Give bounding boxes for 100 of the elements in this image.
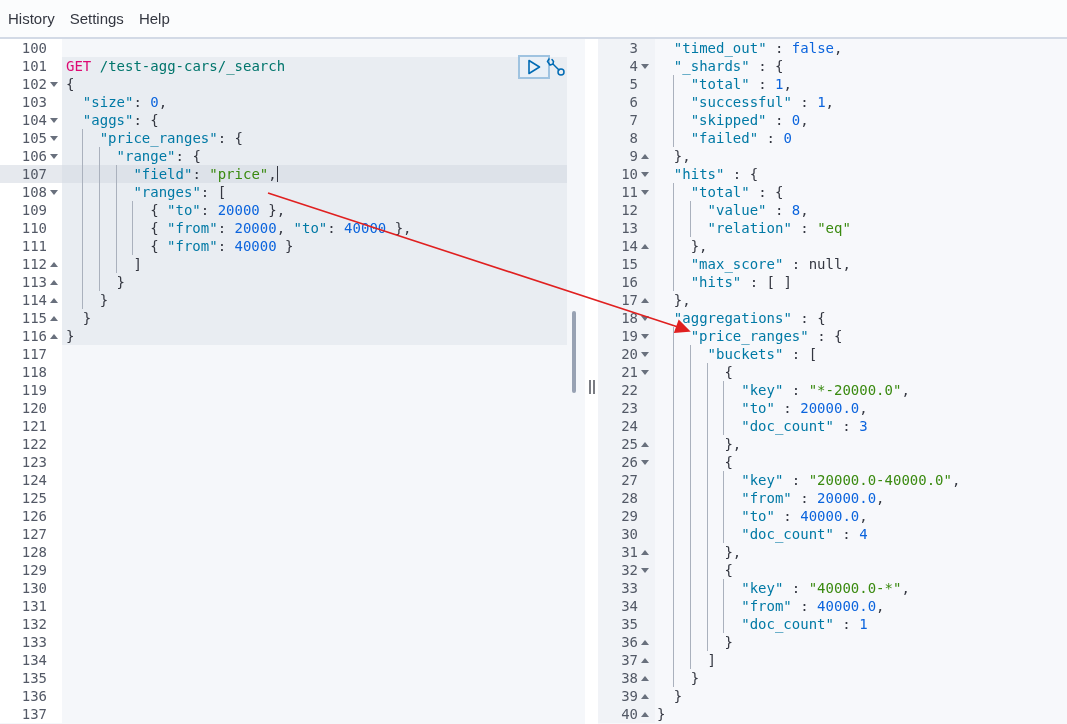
line-number: 114 [20,291,47,309]
caret-up-icon[interactable] [641,711,649,717]
caret-down-icon[interactable] [50,117,58,123]
line-number: 119 [20,381,47,399]
caret-up-icon[interactable] [641,441,649,447]
caret-up-icon[interactable] [641,675,649,681]
line-number: 18 [620,309,638,327]
code-line: "doc_count" : 1 [741,615,868,633]
caret-down-icon[interactable] [50,81,58,87]
code-line: "price_ranges": { [99,129,243,147]
menu-item[interactable]: History [2,10,61,27]
caret-down-icon[interactable] [641,63,649,69]
code-line: { [66,75,75,93]
caret-up-icon[interactable] [641,693,649,699]
code-line: "skipped" : 0, [690,111,809,129]
code-line: "from" : 20000.0, [741,489,885,507]
caret-up-icon[interactable] [641,549,649,555]
code-line: "aggs": { [82,111,159,129]
line-number: 34 [620,597,638,615]
code-line: { [724,363,733,381]
line-number: 23 [620,399,638,417]
menu-item[interactable]: Help [132,10,176,27]
line-number: 9 [628,147,638,165]
line-number: 135 [20,669,47,687]
caret-up-icon[interactable] [50,333,58,339]
line-number: 120 [20,399,47,417]
line-number: 14 [620,237,638,255]
caret-down-icon[interactable] [641,567,649,573]
caret-up-icon[interactable] [641,639,649,645]
line-number: 109 [20,201,47,219]
menu-item[interactable]: Settings [63,10,130,27]
code-line: "failed" : 0 [690,129,792,147]
line-number: 21 [620,363,638,381]
caret-down-icon[interactable] [641,351,649,357]
caret-up-icon[interactable] [50,297,58,303]
line-number: 36 [620,633,638,651]
code-line: "_shards" : { [673,57,784,75]
code-line: "relation" : "eq" [707,219,851,237]
caret-up-icon[interactable] [50,261,58,267]
caret-down-icon[interactable] [641,189,649,195]
line-number: 110 [20,219,47,237]
code-line: "total" : { [690,183,784,201]
line-number: 37 [620,651,638,669]
line-number: 27 [620,471,638,489]
line-number: 29 [620,507,638,525]
scrollbar-thumb[interactable] [572,311,576,393]
code-line: "buckets" : [ [707,345,818,363]
line-number: 106 [20,147,47,165]
line-number: 22 [620,381,638,399]
caret-up-icon[interactable] [641,657,649,663]
line-number: 8 [628,129,638,147]
caret-down-icon[interactable] [641,171,649,177]
line-number: 104 [20,111,47,129]
caret-up-icon[interactable] [50,279,58,285]
line-number: 40 [620,705,638,723]
code-line: "doc_count" : 3 [741,417,868,435]
line-number: 16 [620,273,638,291]
code-line: "key" : "*-20000.0", [741,381,910,399]
line-number: 19 [620,327,638,345]
line-number: 100 [20,39,47,57]
line-number: 30 [620,525,638,543]
caret-up-icon[interactable] [50,315,58,321]
caret-down-icon[interactable] [641,459,649,465]
line-number: 24 [620,417,638,435]
line-number: 32 [620,561,638,579]
line-number: 117 [20,345,47,363]
line-number: 101 [20,57,47,75]
caret-down-icon[interactable] [50,189,58,195]
caret-down-icon[interactable] [50,153,58,159]
line-number: 134 [20,651,47,669]
caret-up-icon[interactable] [641,297,649,303]
code-line: "field": "price", [133,165,277,183]
line-number: 26 [620,453,638,471]
caret-down-icon[interactable] [641,369,649,375]
resize-handle-icon[interactable] [588,380,595,394]
text-cursor [276,166,278,182]
wrench-icon[interactable] [546,57,565,76]
line-number: 112 [20,255,47,273]
run-button[interactable] [518,55,550,79]
line-number: 4 [628,57,638,75]
line-number: 13 [620,219,638,237]
code-line: ] [133,255,142,273]
code-line: }, [724,435,742,453]
line-number: 25 [620,435,638,453]
line-number: 15 [620,255,638,273]
code-line: "size": 0, [82,93,168,111]
code-line: } [99,291,109,309]
line-number: 103 [20,93,47,111]
line-number: 127 [20,525,47,543]
code-line: ] [707,651,716,669]
caret-up-icon[interactable] [641,243,649,249]
code-line: } [724,633,733,651]
caret-down-icon[interactable] [50,135,58,141]
line-number: 35 [620,615,638,633]
caret-up-icon[interactable] [641,153,649,159]
play-icon [527,59,541,75]
code-line: "timed_out" : false, [673,39,843,57]
line-number: 3 [628,39,638,57]
line-number: 6 [628,93,638,111]
line-number: 131 [20,597,47,615]
